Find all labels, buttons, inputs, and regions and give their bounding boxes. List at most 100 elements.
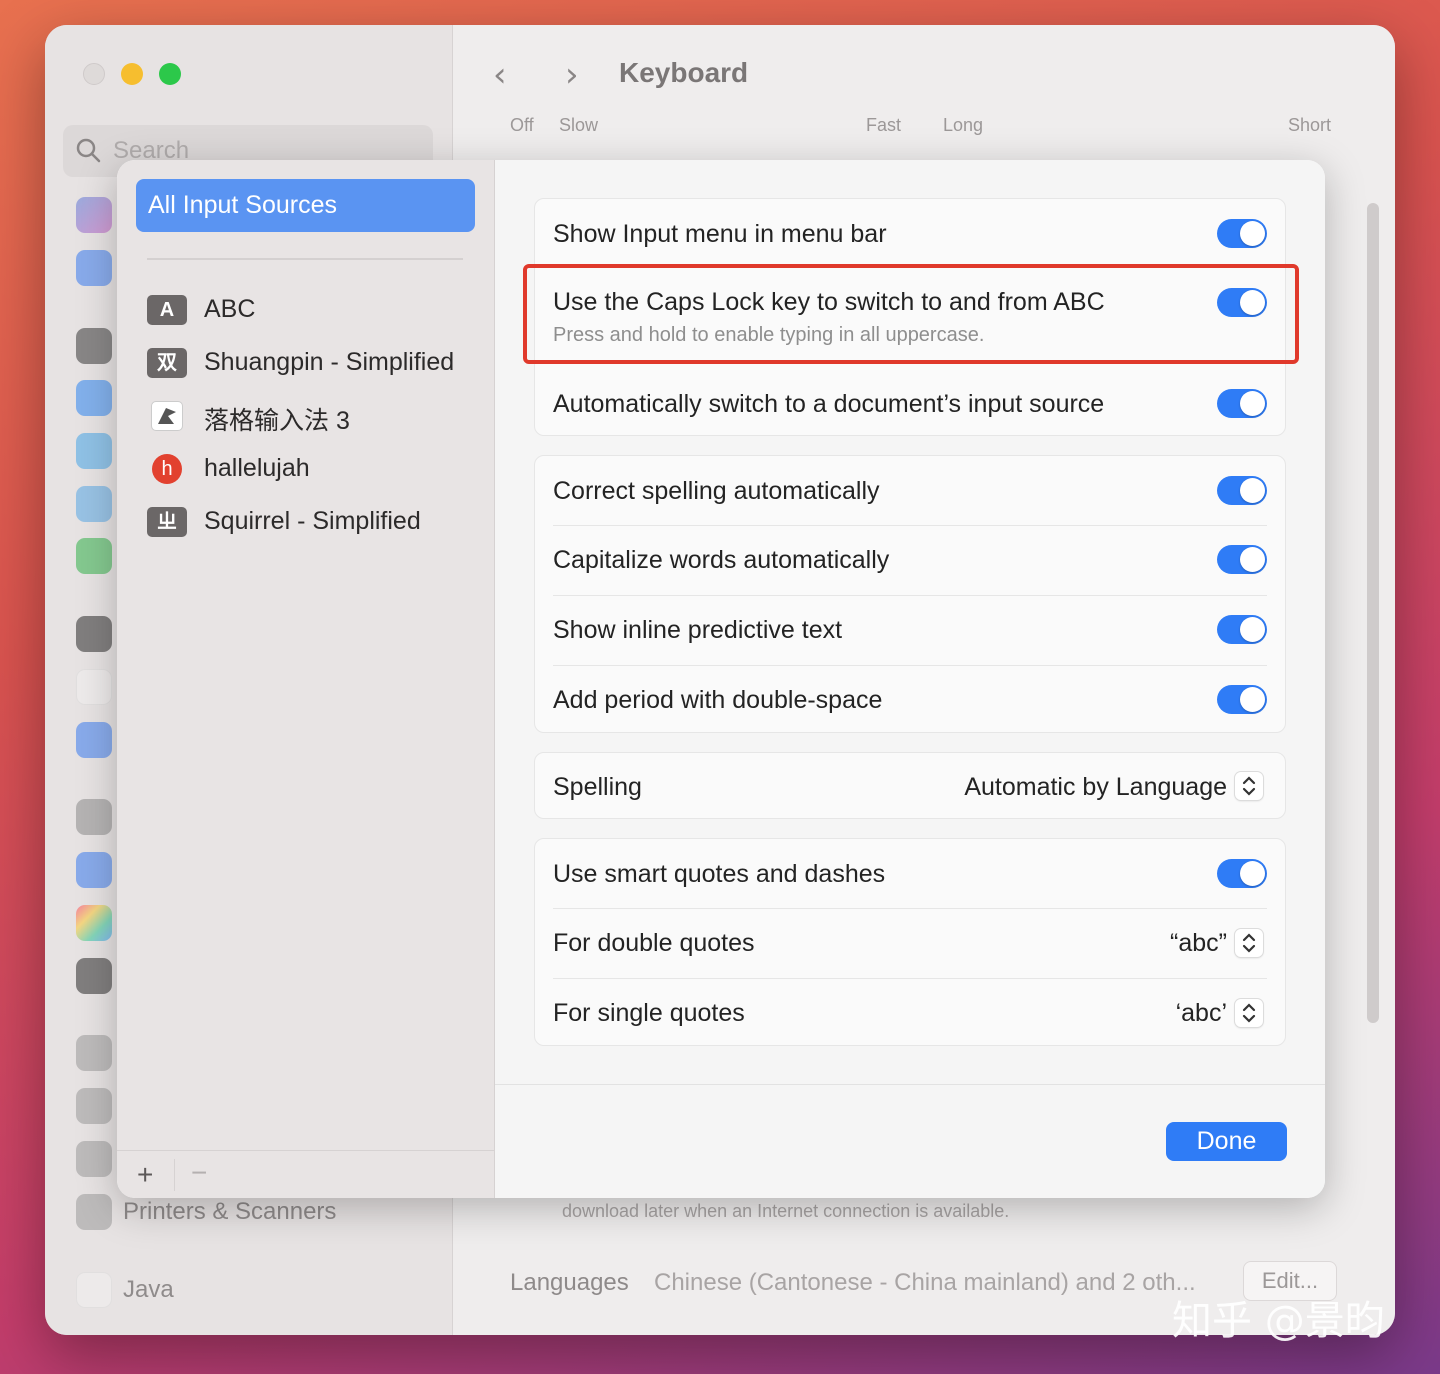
game-center-icon[interactable]	[76, 905, 112, 941]
printer-icon[interactable]	[76, 1194, 112, 1230]
auto-switch-label: Automatically switch to a document’s inp…	[553, 390, 1105, 418]
show-input-menu-label: Show Input menu in menu bar	[553, 220, 887, 248]
setting-row: Correct spelling automatically	[535, 456, 1285, 525]
toggle-knob	[1240, 221, 1265, 246]
languages-value: Chinese (Cantonese - China mainland) and…	[654, 1269, 1196, 1296]
spelling-popup[interactable]: Automatic by Language	[964, 773, 1227, 802]
minimize-window-button[interactable]	[121, 63, 143, 85]
toggle-knob	[1240, 391, 1265, 416]
toggle-knob	[1240, 617, 1265, 642]
capitalize-toggle[interactable]	[1217, 545, 1267, 574]
java-icon[interactable]	[76, 1272, 112, 1308]
input-source-shuangpin[interactable]: 双 Shuangpin - Simplified	[147, 344, 487, 384]
abc-source-icon: A	[147, 295, 187, 325]
spelling-chevron-updown-icon[interactable]	[1235, 772, 1263, 800]
back-chevron-icon[interactable]: ‹	[493, 55, 507, 95]
toolbar-divider	[174, 1159, 175, 1191]
input-source-hallelujah[interactable]: h hallelujah	[147, 450, 487, 490]
double-quotes-label: For double quotes	[553, 929, 755, 957]
input-source-label: hallelujah	[204, 454, 310, 482]
slider-label-long: Long	[943, 115, 984, 135]
input-source-squirrel[interactable]: ㄓ Squirrel - Simplified	[147, 503, 487, 543]
sidebar-item-printers[interactable]: Printers & Scanners	[123, 1198, 336, 1226]
users-groups-icon[interactable]	[76, 722, 112, 758]
battery-icon[interactable]	[76, 538, 112, 574]
add-source-button[interactable]: +	[137, 1159, 153, 1191]
capitalize-label: Capitalize words automatically	[553, 546, 890, 574]
done-button[interactable]: Done	[1166, 1122, 1287, 1161]
setting-row: Show inline predictive text	[535, 595, 1285, 665]
all-input-sources-item[interactable]: All Input Sources	[136, 179, 475, 232]
double-quotes-popup[interactable]: “abc”	[1170, 929, 1227, 958]
footer-divider	[495, 1084, 1325, 1085]
privacy-hand-icon[interactable]	[76, 250, 112, 286]
keyboard-icon[interactable]	[76, 1035, 112, 1071]
list-toolbar: + −	[117, 1150, 495, 1198]
predictive-text-toggle[interactable]	[1217, 615, 1267, 644]
input-source-label: Squirrel - Simplified	[204, 507, 421, 535]
sidebar-item-java[interactable]: Java	[123, 1276, 174, 1304]
slider-label-slow: Slow	[559, 115, 599, 135]
smart-quotes-group: Use smart quotes and dashes For double q…	[534, 838, 1286, 1046]
zoom-window-button[interactable]	[159, 63, 181, 85]
wallet-icon[interactable]	[76, 958, 112, 994]
luoge-source-icon	[151, 401, 183, 431]
touch-id-icon[interactable]	[76, 669, 112, 705]
show-input-menu-toggle[interactable]	[1217, 219, 1267, 248]
smart-quotes-toggle[interactable]	[1217, 859, 1267, 888]
double-quotes-chevron-updown-icon[interactable]	[1235, 929, 1263, 957]
input-source-luoge[interactable]: 落格输入法 3	[147, 397, 487, 437]
single-quotes-chevron-updown-icon[interactable]	[1235, 999, 1263, 1027]
input-source-label: 落格输入法 3	[204, 407, 350, 435]
spelling-label: Spelling	[553, 773, 642, 801]
toggle-knob	[1240, 861, 1265, 886]
screen-saver-icon[interactable]	[76, 486, 112, 522]
passwords-icon[interactable]	[76, 799, 112, 835]
slider-label-short: Short	[1288, 115, 1332, 135]
scrollbar[interactable]	[1367, 203, 1379, 1023]
single-quotes-label: For single quotes	[553, 999, 745, 1027]
setting-row: Capitalize words automatically	[535, 525, 1285, 595]
auto-switch-toggle[interactable]	[1217, 389, 1267, 418]
setting-row: Add period with double-space	[535, 665, 1285, 734]
shuangpin-source-icon: 双	[147, 348, 187, 378]
search-icon	[75, 137, 101, 163]
mouse-icon[interactable]	[76, 1088, 112, 1124]
forward-chevron-icon[interactable]: ›	[565, 55, 579, 95]
input-source-label: ABC	[204, 295, 256, 323]
languages-label: Languages	[510, 1269, 629, 1296]
displays-icon[interactable]	[76, 380, 112, 416]
remove-source-button[interactable]: −	[191, 1157, 207, 1189]
toggle-knob	[1240, 478, 1265, 503]
double-space-period-toggle[interactable]	[1217, 685, 1267, 714]
setting-row: For single quotes ‘abc’	[535, 978, 1285, 1047]
lock-screen-icon[interactable]	[76, 616, 112, 652]
wallpaper-icon[interactable]	[76, 433, 112, 469]
input-source-label: Shuangpin - Simplified	[204, 348, 455, 376]
correct-spelling-label: Correct spelling automatically	[553, 477, 880, 505]
desktop-dock-icon[interactable]	[76, 328, 112, 364]
background-note: download later when an Internet connecti…	[562, 1201, 1010, 1221]
internet-accounts-icon[interactable]	[76, 852, 112, 888]
toggle-knob	[1240, 547, 1265, 572]
hallelujah-source-icon: h	[152, 454, 182, 484]
window-title: Keyboard	[619, 57, 749, 88]
slider-label-fast: Fast	[866, 115, 902, 135]
trackpad-icon[interactable]	[76, 1141, 112, 1177]
text-correction-group: Correct spelling automatically Capitaliz…	[534, 455, 1286, 733]
double-space-period-label: Add period with double-space	[553, 686, 883, 714]
watermark: 知乎 @景昀	[1172, 1298, 1385, 1344]
correct-spelling-toggle[interactable]	[1217, 476, 1267, 505]
list-divider	[147, 258, 463, 260]
siri-icon[interactable]	[76, 197, 112, 233]
slider-label-off: Off	[510, 115, 534, 135]
input-sources-list-pane: All Input Sources A ABC 双 Shuangpin - Si…	[117, 160, 495, 1198]
setting-row: Show Input menu in menu bar	[535, 199, 1285, 267]
caps-lock-highlight-box	[523, 264, 1299, 364]
single-quotes-popup[interactable]: ‘abc’	[1176, 999, 1227, 1028]
close-window-button[interactable]	[83, 63, 105, 85]
toggle-knob	[1240, 687, 1265, 712]
setting-row: Use smart quotes and dashes	[535, 839, 1285, 908]
smart-quotes-label: Use smart quotes and dashes	[553, 860, 886, 888]
input-source-abc[interactable]: A ABC	[147, 291, 487, 331]
